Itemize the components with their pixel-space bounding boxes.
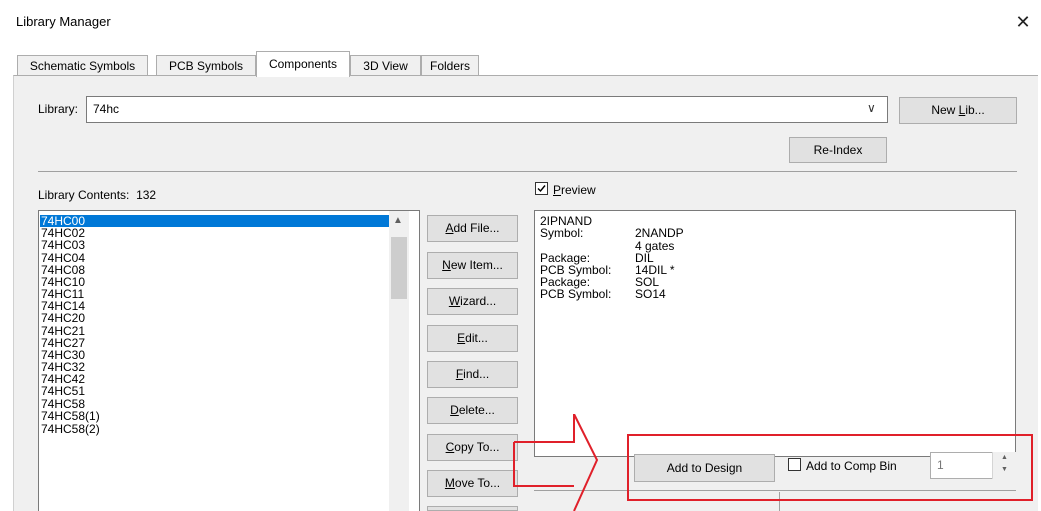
tab-components[interactable]: Components: [256, 51, 350, 77]
tab-pcb-symbols[interactable]: PCB Symbols: [156, 55, 256, 76]
list-item[interactable]: 74HC00: [40, 215, 392, 227]
preview-label: Preview: [553, 183, 596, 197]
preview-key: PCB Symbol:: [540, 287, 612, 301]
scroll-up-icon[interactable]: ▲: [393, 215, 403, 226]
scroll-thumb[interactable]: [391, 237, 407, 299]
red-arrow-annotation: [513, 414, 599, 511]
preview-value: SO14: [635, 287, 666, 301]
add-file-button[interactable]: Add File...: [427, 215, 518, 242]
wizard-button[interactable]: Wizard...: [427, 288, 518, 315]
separator-line: [38, 171, 1017, 172]
copy-to-button[interactable]: Copy To...: [427, 434, 518, 461]
tab-3d-view[interactable]: 3D View: [350, 55, 421, 76]
library-contents-label: Library Contents: 132: [38, 188, 157, 202]
move-to-button[interactable]: Move To...: [427, 470, 518, 497]
library-contents-count: 132: [136, 188, 157, 202]
delete-button[interactable]: Delete...: [427, 397, 518, 424]
find-button[interactable]: Find...: [427, 361, 518, 388]
preview-checkbox[interactable]: [535, 182, 548, 195]
edit-button[interactable]: Edit...: [427, 325, 518, 352]
list-item[interactable]: 74HC51: [41, 385, 85, 397]
tab-schematic-symbols[interactable]: Schematic Symbols: [17, 55, 148, 76]
list-item[interactable]: 74HC03: [41, 239, 85, 251]
library-contents-list[interactable]: 74HC00 74HC02 74HC03 74HC04 74HC08 74HC1…: [38, 210, 420, 511]
red-highlight-box: [627, 434, 1033, 501]
list-item[interactable]: 74HC20: [41, 312, 85, 324]
library-value: 74hc: [93, 102, 120, 116]
next-action-button[interactable]: [427, 506, 518, 511]
checkmark-icon: [537, 185, 546, 193]
new-lib-button[interactable]: New Lib...: [899, 97, 1017, 124]
chevron-down-icon[interactable]: ∨: [867, 101, 876, 115]
list-item[interactable]: 74HC58(1): [41, 410, 100, 422]
window-title: Library Manager: [16, 14, 111, 29]
library-label: Library:: [38, 102, 79, 116]
tab-folders[interactable]: Folders: [421, 55, 479, 76]
preview-value: 2NANDP: [635, 226, 684, 240]
list-item[interactable]: 74HC58(2): [41, 423, 100, 435]
new-item-button[interactable]: New Item...: [427, 252, 518, 279]
close-button[interactable]: ✕: [1008, 8, 1038, 36]
reindex-button[interactable]: Re-Index: [789, 137, 887, 163]
title-bar: [0, 0, 1041, 44]
preview-key: Symbol:: [540, 226, 584, 240]
library-combobox[interactable]: 74hc ∨: [86, 96, 888, 123]
